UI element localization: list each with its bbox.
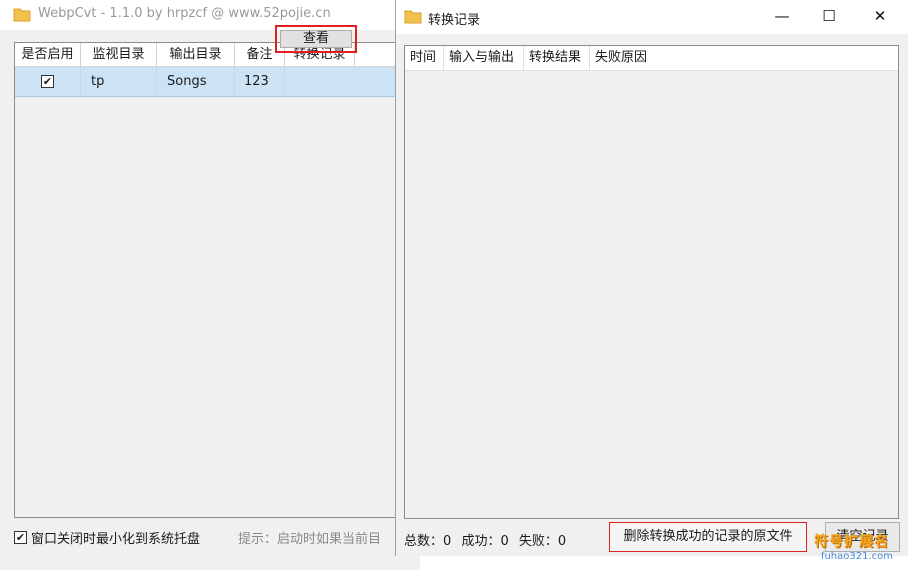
- enabled-cell: ✔: [15, 67, 81, 96]
- watch-task-grid[interactable]: 是否启用 监视目录 输出目录 备注 转换记录 ✔ tp Songs 123: [14, 42, 404, 518]
- view-button-highlight: 查看: [275, 25, 357, 53]
- record-window-title: 转换记录: [428, 13, 481, 28]
- minimize-to-tray-label: 窗口关闭时最小化到系统托盘: [31, 532, 201, 547]
- main-window: WebpCvt - 1.1.0 by hrpzcf @ www.52pojie.…: [0, 0, 420, 570]
- watch-dir-cell[interactable]: tp: [81, 67, 157, 96]
- note-cell[interactable]: 123: [235, 67, 285, 96]
- maximize-icon[interactable]: ☐: [805, 0, 853, 32]
- column-header-fail-reason[interactable]: 失败原因: [590, 46, 658, 71]
- record-summary: 总数：0 成功：0 失败：0: [404, 530, 566, 549]
- column-header-enabled[interactable]: 是否启用: [15, 43, 81, 67]
- output-dir-cell[interactable]: Songs: [157, 67, 235, 96]
- enabled-checkbox[interactable]: ✔: [41, 75, 54, 88]
- folder-icon: [404, 8, 422, 28]
- close-icon[interactable]: ✕: [856, 0, 904, 32]
- main-window-title: WebpCvt - 1.1.0 by hrpzcf @ www.52pojie.…: [38, 6, 331, 21]
- site-watermark: 符号扩展名 fuhao321.com: [814, 531, 900, 567]
- minimize-icon[interactable]: —: [758, 0, 806, 32]
- folder-icon: [13, 6, 31, 26]
- record-window: 转换记录 — ☐ ✕ 时间 输入与输出 转换结果 失败原因 总数：0 成功：0 …: [395, 0, 908, 556]
- watermark-title: 符号扩展名: [814, 534, 889, 550]
- table-row[interactable]: ✔ tp Songs 123: [15, 67, 403, 97]
- fail-count: 0: [557, 534, 567, 549]
- total-label: 总数：: [404, 534, 444, 549]
- success-count: 0: [500, 534, 509, 549]
- minimize-to-tray-checkbox[interactable]: ✔: [14, 531, 27, 544]
- column-header-output-dir[interactable]: 输出目录: [157, 43, 235, 67]
- delete-source-files-button[interactable]: 删除转换成功的记录的原文件: [609, 522, 807, 552]
- main-titlebar[interactable]: WebpCvt - 1.1.0 by hrpzcf @ www.52pojie.…: [0, 0, 420, 30]
- column-header-result[interactable]: 转换结果: [524, 46, 590, 71]
- column-header-time[interactable]: 时间: [405, 46, 444, 71]
- success-label: 成功：: [461, 534, 501, 549]
- column-header-watch-dir[interactable]: 监视目录: [81, 43, 157, 67]
- record-titlebar[interactable]: 转换记录 — ☐ ✕: [396, 0, 908, 34]
- watermark-url: fuhao321.com: [820, 551, 894, 562]
- view-records-button[interactable]: 查看: [280, 30, 352, 48]
- hint-text: 提示：启动时如果当前目: [238, 532, 382, 547]
- total-count: 0: [443, 534, 452, 549]
- fail-label: 失败：: [518, 534, 558, 549]
- column-header-input-output[interactable]: 输入与输出: [444, 46, 524, 71]
- record-list[interactable]: 时间 输入与输出 转换结果 失败原因: [404, 45, 899, 519]
- minimize-to-tray-option[interactable]: ✔ 窗口关闭时最小化到系统托盘: [14, 528, 200, 547]
- record-list-header: 时间 输入与输出 转换结果 失败原因: [405, 46, 898, 71]
